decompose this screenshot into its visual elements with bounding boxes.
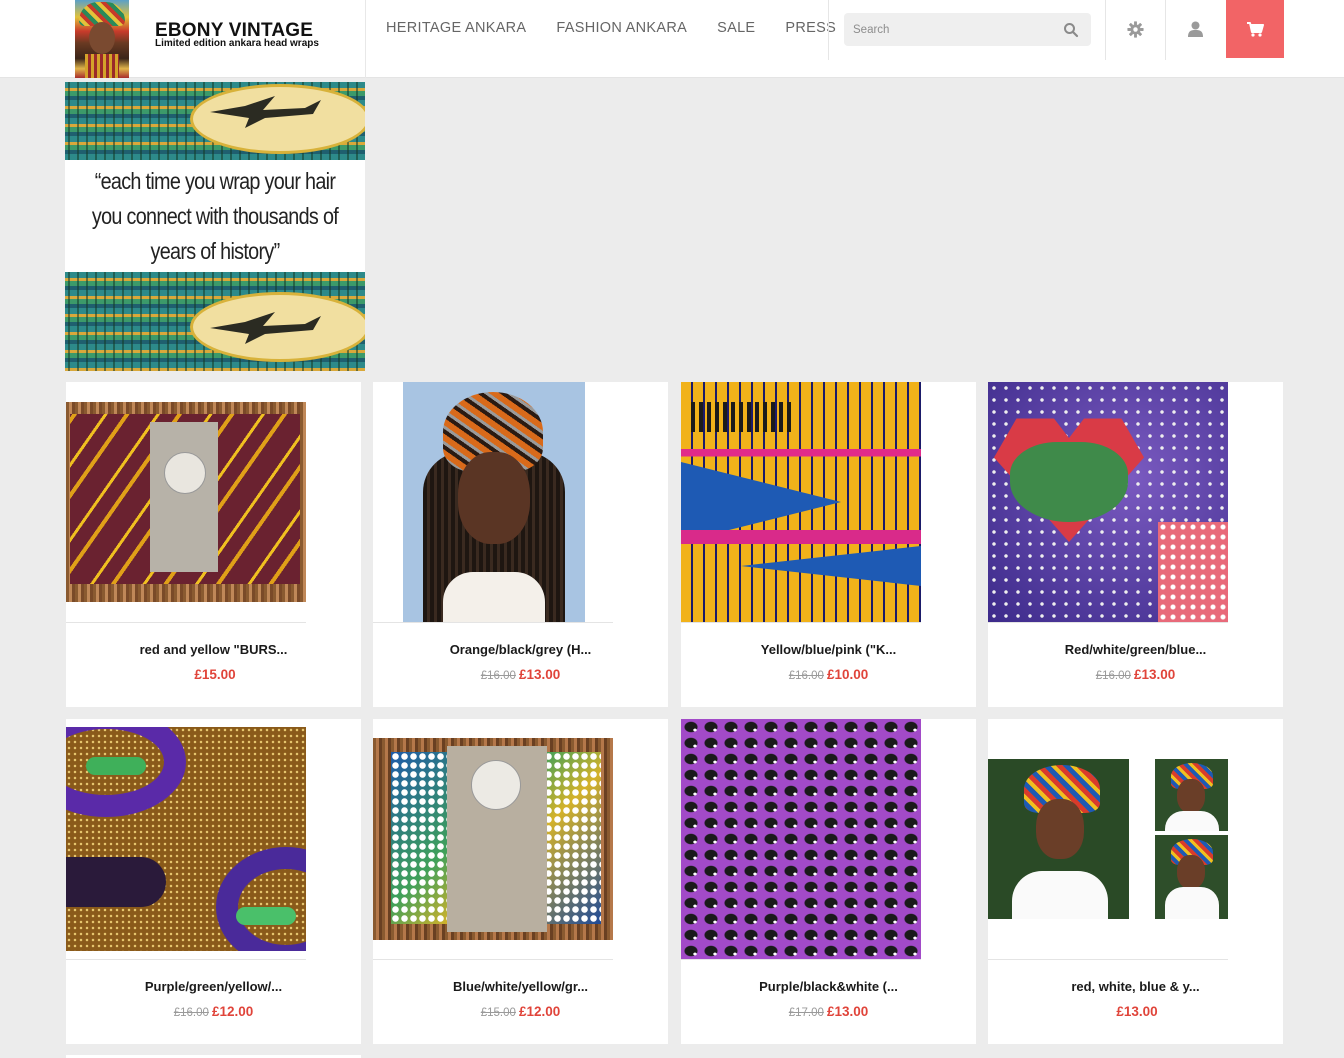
product-old-price: £16.00 xyxy=(173,1007,209,1019)
brand-subtitle: Limited edition ankara head wraps xyxy=(155,38,319,49)
product-price: £16.00 £12.00 xyxy=(66,1004,361,1019)
card-divider xyxy=(66,622,306,623)
swallow-bird-icon xyxy=(210,312,321,344)
product-name[interactable]: Red/white/green/blue... xyxy=(988,642,1283,657)
card-divider xyxy=(66,959,306,960)
product-image[interactable] xyxy=(681,719,921,959)
cart-button[interactable] xyxy=(1226,0,1284,58)
product-card[interactable]: Orange/black/grey (H... £16.00 £13.00 xyxy=(373,382,668,707)
product-sale-price: £15.00 xyxy=(194,667,236,682)
card-divider xyxy=(681,959,921,960)
cart-icon xyxy=(1246,21,1264,37)
product-sale-price: £10.00 xyxy=(826,667,869,682)
product-name[interactable]: Purple/green/yellow/... xyxy=(66,979,361,994)
nav-item-heritage-ankara[interactable]: HERITAGE ANKARA xyxy=(386,20,526,36)
product-image[interactable] xyxy=(66,727,306,951)
main-nav: HERITAGE ANKARA FASHION ANKARA SALE PRES… xyxy=(386,20,836,36)
banner-fabric-top xyxy=(65,82,365,160)
card-divider xyxy=(988,622,1228,623)
card-divider xyxy=(373,959,613,960)
product-price: £15.00 £12.00 xyxy=(373,1004,668,1019)
product-sale-price: £13.00 xyxy=(1133,667,1176,682)
product-card[interactable]: Red/white/green/blue... £16.00 £13.00 xyxy=(988,382,1283,707)
product-price: £15.00 xyxy=(66,667,361,682)
nav-item-fashion-ankara[interactable]: FASHION ANKARA xyxy=(556,20,687,36)
brand-logo-block[interactable]: EBONY VINTAGE Limited edition ankara hea… xyxy=(0,0,366,78)
product-name[interactable]: Orange/black/grey (H... xyxy=(373,642,668,657)
account-button[interactable] xyxy=(1166,0,1224,58)
product-price: £16.00 £13.00 xyxy=(988,667,1283,682)
product-name[interactable]: red and yellow "BURS... xyxy=(66,642,361,657)
card-divider xyxy=(681,622,921,623)
product-card[interactable]: Purple/green/yellow/... £16.00 £12.00 xyxy=(66,719,361,1044)
product-card[interactable]: red and yellow "BURS... £15.00 xyxy=(66,382,361,707)
product-image[interactable] xyxy=(988,382,1228,622)
product-sale-price: £13.00 xyxy=(1116,1004,1158,1019)
search-icon[interactable] xyxy=(1063,22,1079,38)
product-name[interactable]: red, white, blue & y... xyxy=(988,979,1283,994)
search-box xyxy=(844,13,1091,46)
product-name[interactable]: Purple/black&white (... xyxy=(681,979,976,994)
product-image[interactable] xyxy=(66,402,306,602)
product-sale-price: £13.00 xyxy=(826,1004,869,1019)
user-icon xyxy=(1187,21,1203,37)
product-old-price: £15.00 xyxy=(480,1007,516,1019)
product-card[interactable]: Blue/white/yellow/gr... £15.00 £12.00 xyxy=(373,719,668,1044)
product-name[interactable]: Yellow/blue/pink ("K... xyxy=(681,642,976,657)
product-sale-price: £12.00 xyxy=(518,1004,561,1019)
gear-icon xyxy=(1126,20,1144,38)
product-card[interactable]: red, white, blue & y... £13.00 xyxy=(988,719,1283,1044)
nav-divider xyxy=(828,0,829,60)
product-name[interactable]: Blue/white/yellow/gr... xyxy=(373,979,668,994)
product-image[interactable] xyxy=(988,759,1228,919)
product-price: £16.00 £10.00 xyxy=(681,667,976,682)
product-card[interactable]: Yellow/blue/pink ("K... £16.00 £10.00 xyxy=(681,382,976,707)
product-old-price: £16.00 xyxy=(1095,670,1131,682)
swallow-bird-icon xyxy=(210,96,321,128)
card-divider xyxy=(988,959,1228,960)
product-price: £17.00 £13.00 xyxy=(681,1004,976,1019)
product-image[interactable] xyxy=(373,738,613,940)
banner-quote-text: “each time you wrap your hair you connec… xyxy=(91,167,339,264)
product-old-price: £16.00 xyxy=(788,670,824,682)
settings-button[interactable] xyxy=(1106,0,1164,58)
card-divider xyxy=(373,622,613,623)
brand-logo-image[interactable] xyxy=(75,0,129,78)
product-sale-price: £12.00 xyxy=(211,1004,254,1019)
product-image[interactable] xyxy=(403,382,585,622)
product-image[interactable] xyxy=(681,382,921,622)
product-card[interactable]: Purple/black&white (... £17.00 £13.00 xyxy=(681,719,976,1044)
product-old-price: £16.00 xyxy=(480,670,516,682)
product-price: £16.00 £13.00 xyxy=(373,667,668,682)
search-input[interactable] xyxy=(844,13,1054,46)
product-sale-price: £13.00 xyxy=(518,667,561,682)
banner-fabric-bottom xyxy=(65,272,365,371)
product-price: £13.00 xyxy=(988,1004,1283,1019)
hero-banner[interactable]: “each time you wrap your hair you connec… xyxy=(65,82,365,371)
banner-quote: “each time you wrap your hair you connec… xyxy=(65,160,365,272)
nav-item-sale[interactable]: SALE xyxy=(717,20,755,36)
product-old-price: £17.00 xyxy=(788,1007,824,1019)
site-header: EBONY VINTAGE Limited edition ankara hea… xyxy=(0,0,1344,78)
